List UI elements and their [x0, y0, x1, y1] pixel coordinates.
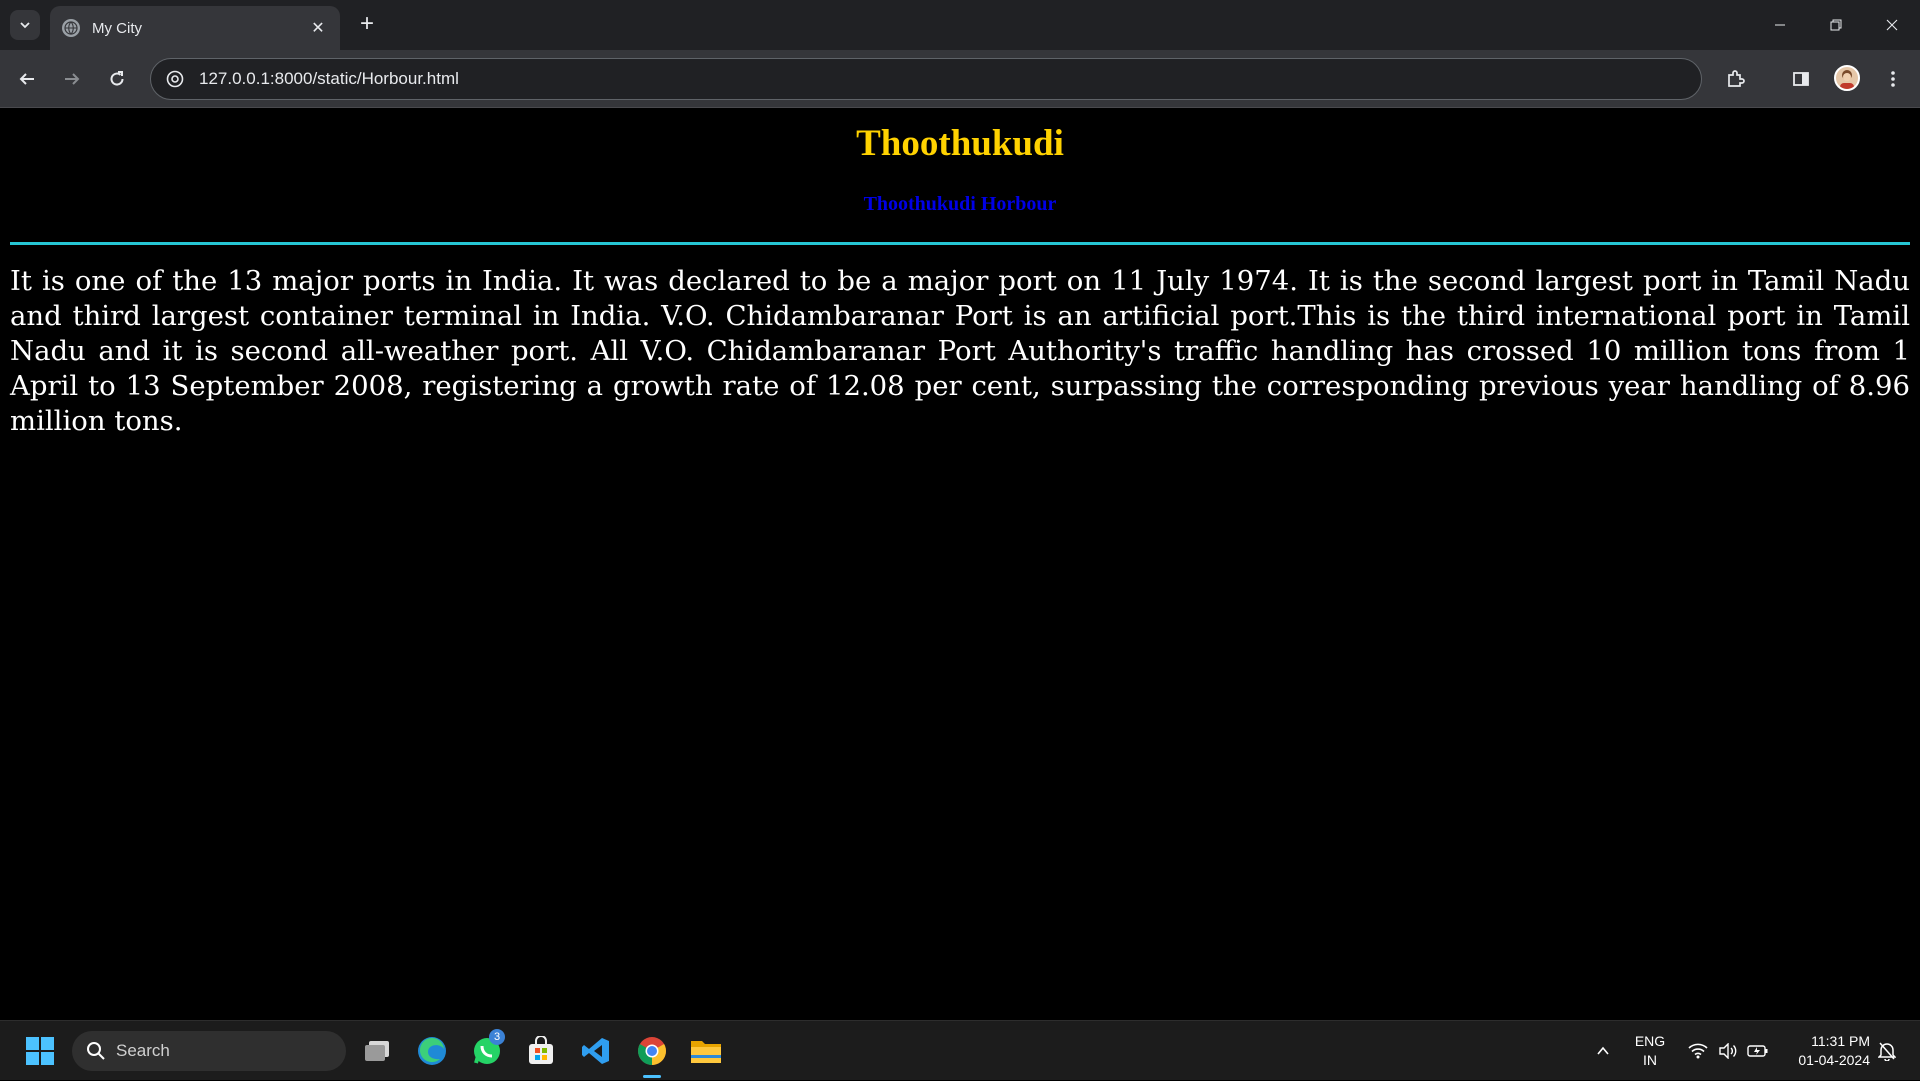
chevron-up-icon [1597, 1046, 1609, 1055]
globe-icon [62, 19, 80, 37]
close-tab-icon[interactable]: ✕ [308, 18, 328, 38]
more-vert-icon [1891, 71, 1895, 87]
body-paragraph: It is one of the 13 major ports in India… [10, 265, 1910, 437]
horizontal-rule [10, 242, 1910, 245]
arrow-right-icon [65, 73, 80, 85]
minimize-button[interactable] [1752, 0, 1808, 50]
task-view-icon[interactable] [357, 1031, 397, 1071]
clock-date: 01-04-2024 [1798, 1052, 1870, 1068]
side-panel-icon [1793, 72, 1809, 86]
new-tab-button[interactable]: + [352, 10, 382, 40]
restore-icon [1830, 19, 1842, 31]
site-info-icon[interactable] [165, 69, 185, 89]
edge-icon[interactable] [412, 1031, 452, 1071]
region-code: IN [1643, 1052, 1657, 1068]
vscode-icon[interactable] [576, 1031, 616, 1071]
browser-tab-bar: My City ✕ + [0, 0, 1920, 50]
restore-button[interactable] [1808, 0, 1864, 50]
url-text: 127.0.0.1:8000/static/Horbour.html [199, 69, 459, 88]
page-title: Thoothukudi [856, 123, 1064, 164]
back-button[interactable] [11, 63, 43, 95]
page-subtitle: Thoothukudi Horbour [863, 193, 1057, 215]
address-bar[interactable]: 127.0.0.1:8000/static/Horbour.html [150, 58, 1702, 100]
page-content: Thoothukudi Thoothukudi Horbour It is on… [0, 108, 1920, 1020]
reload-icon [110, 71, 124, 86]
taskbar-search[interactable]: Search [72, 1031, 346, 1071]
windows-start-icon[interactable] [20, 1031, 60, 1071]
tab-title: My City [92, 19, 142, 37]
language-code: ENG [1634, 1033, 1666, 1049]
search-icon [87, 1042, 105, 1060]
puzzle-icon [1728, 70, 1745, 87]
close-window-button[interactable] [1864, 0, 1920, 50]
file-explorer-icon[interactable] [686, 1031, 726, 1071]
browser-toolbar: 127.0.0.1:8000/static/Horbour.html [0, 50, 1920, 108]
chevron-down-icon [20, 22, 30, 29]
search-label: Search [116, 1041, 170, 1060]
whatsapp-badge: 3 [489, 1029, 505, 1045]
tab-my-city[interactable]: My City ✕ [50, 6, 340, 50]
minimize-icon [1775, 24, 1785, 26]
taskbar: Search 3 ENG IN 11:31 PM 01-04-2024 [0, 1020, 1920, 1080]
chrome-icon[interactable] [632, 1031, 672, 1071]
menu-button[interactable] [1877, 63, 1909, 95]
close-icon [1886, 19, 1898, 31]
extensions-button[interactable] [1719, 63, 1751, 95]
whatsapp-icon[interactable]: 3 [467, 1029, 507, 1071]
language-indicator[interactable]: ENG IN [1630, 1032, 1670, 1070]
active-app-indicator [643, 1075, 661, 1078]
battery-icon[interactable] [1744, 1021, 1772, 1081]
tab-search-button[interactable] [10, 10, 40, 40]
wifi-icon[interactable] [1684, 1021, 1712, 1081]
notification-bell-icon[interactable] [1872, 1021, 1902, 1081]
window-controls [1752, 0, 1920, 50]
arrow-left-icon [19, 73, 34, 85]
forward-button[interactable] [56, 63, 88, 95]
store-icon[interactable] [521, 1031, 561, 1071]
profile-avatar[interactable] [1834, 65, 1860, 91]
volume-icon[interactable] [1714, 1021, 1742, 1081]
side-panel-button[interactable] [1785, 63, 1817, 95]
show-hidden-icons[interactable] [1590, 1021, 1616, 1081]
reload-button[interactable] [101, 63, 133, 95]
system-clock[interactable]: 11:31 PM 01-04-2024 [1780, 1032, 1870, 1070]
clock-time: 11:31 PM [1811, 1033, 1870, 1049]
